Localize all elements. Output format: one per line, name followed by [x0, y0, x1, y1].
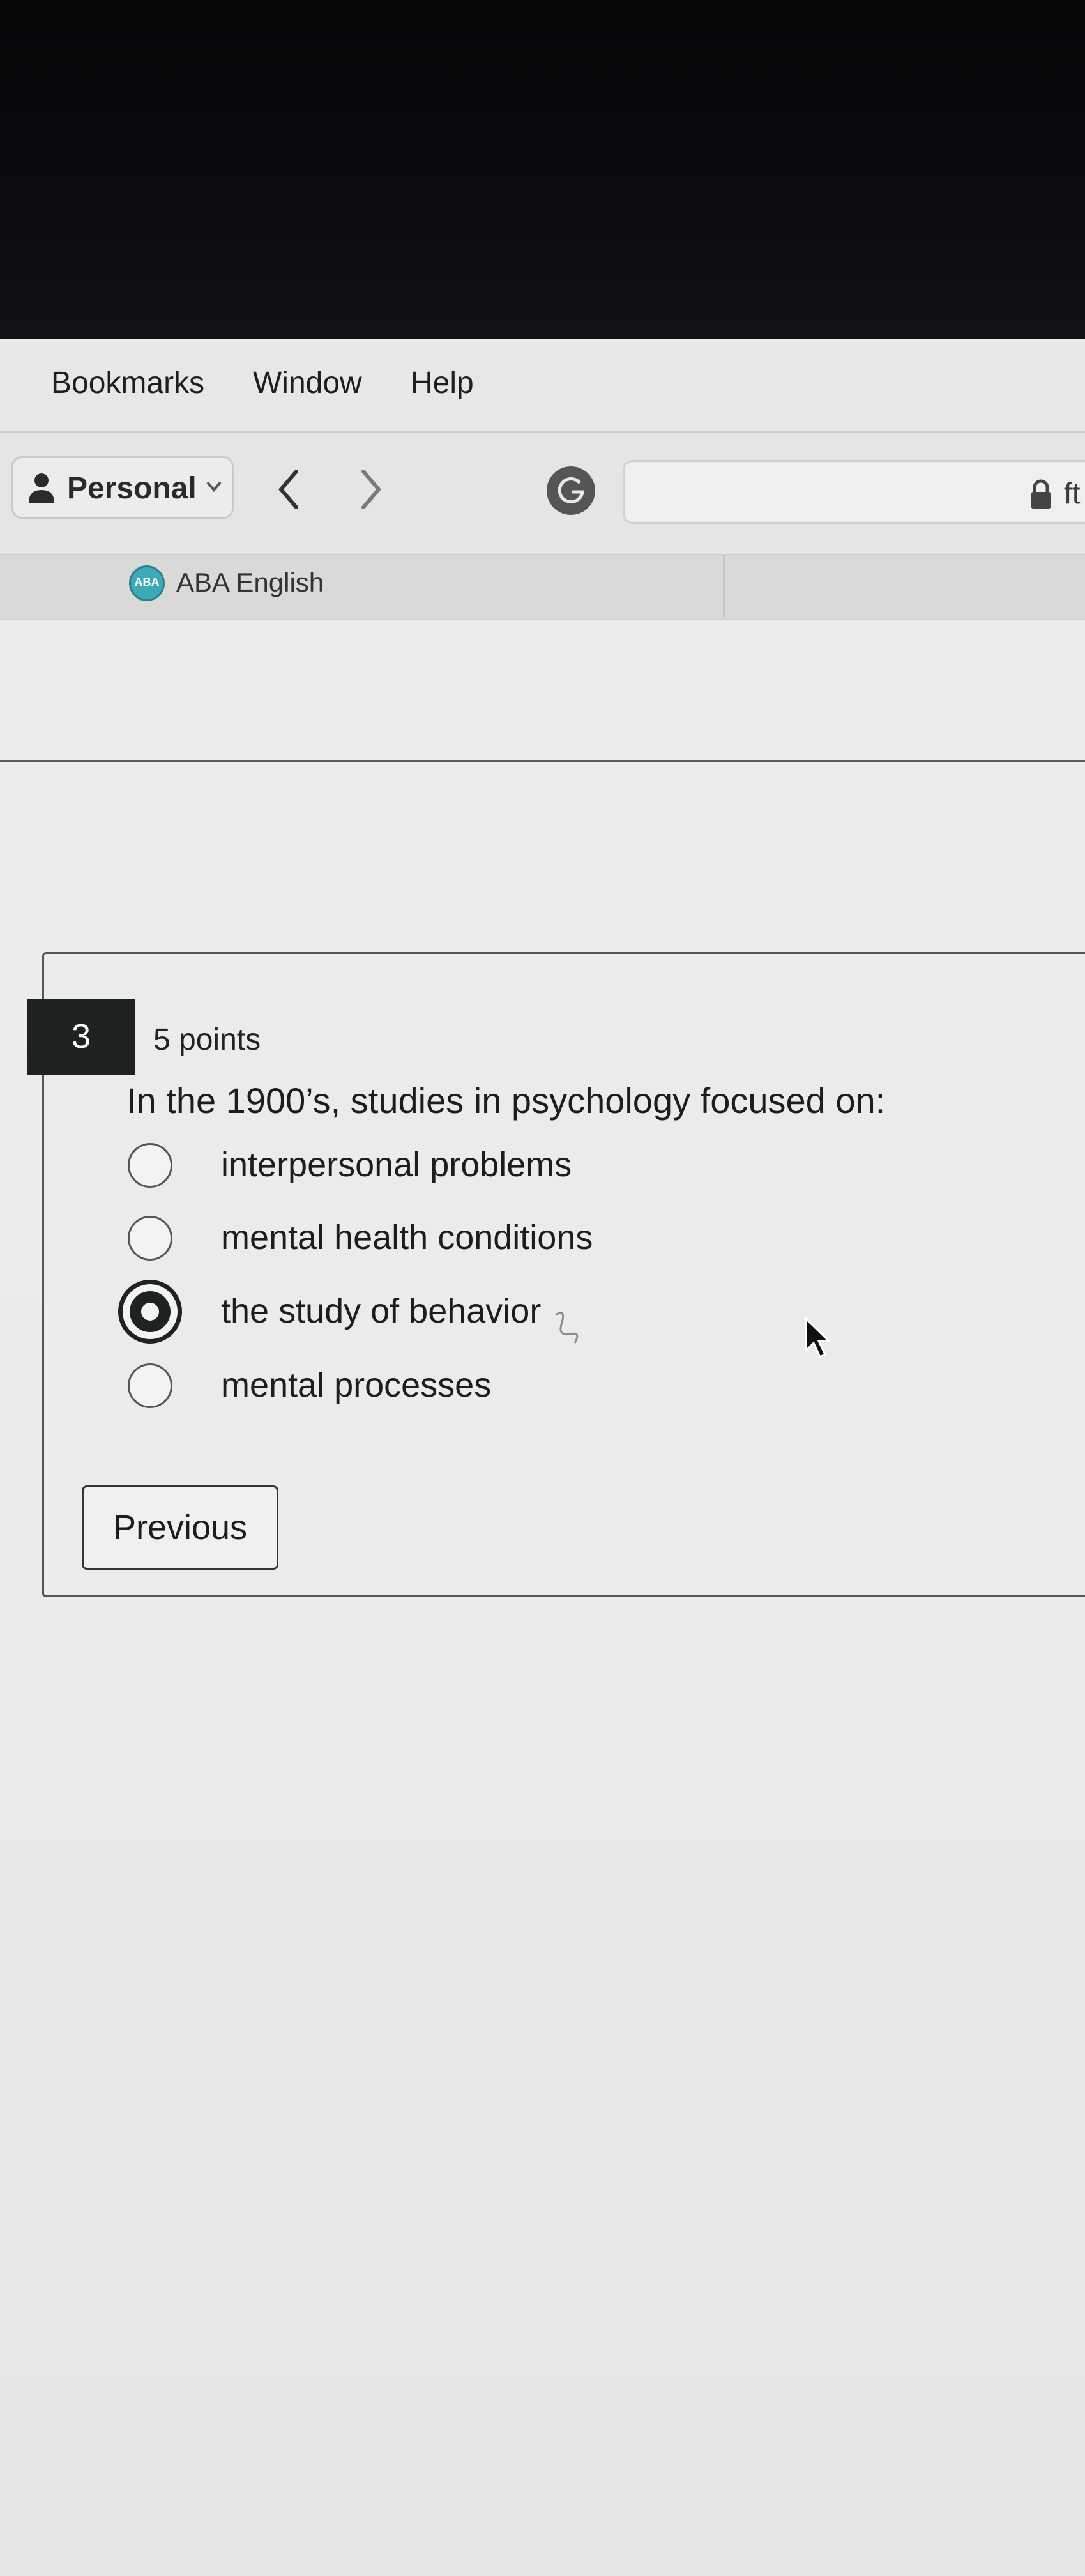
page-divider [0, 760, 1085, 762]
radio-button[interactable] [128, 1216, 172, 1261]
question-points: 5 points [153, 1023, 261, 1057]
question-text: In the 1900’s, studies in psychology foc… [126, 1080, 886, 1121]
answer-label[interactable]: interpersonal problems [221, 1145, 572, 1184]
previous-button[interactable]: Previous [82, 1485, 278, 1570]
lock-icon [1031, 479, 1051, 509]
screen-bezel [0, 0, 1085, 342]
menu-help[interactable]: Help [411, 365, 474, 401]
address-bar[interactable] [623, 460, 1085, 524]
person-icon [29, 473, 54, 503]
back-button[interactable] [267, 464, 312, 515]
answer-label[interactable]: the study of behavior [221, 1291, 541, 1331]
radio-button[interactable] [128, 1143, 172, 1188]
answer-option[interactable]: mental processes [128, 1360, 894, 1411]
url-text: ft [1064, 477, 1081, 510]
radio-button-checked[interactable] [118, 1280, 182, 1344]
answer-label[interactable]: mental health conditions [221, 1218, 593, 1257]
grammarly-icon[interactable] [547, 466, 595, 515]
text-cursor-icon [555, 1312, 579, 1344]
answer-option-selected[interactable]: the study of behavior [118, 1280, 894, 1344]
answer-option[interactable]: interpersonal problems [128, 1140, 894, 1191]
aba-english-icon: ABA [129, 565, 165, 601]
question-number: 3 [71, 1017, 91, 1055]
forward-button[interactable] [348, 464, 393, 515]
bookmark-aba-english[interactable]: ABA English [176, 567, 324, 598]
profile-button[interactable]: Personal [11, 456, 234, 519]
menu-window[interactable]: Window [253, 365, 362, 401]
answer-option[interactable]: mental health conditions [128, 1213, 894, 1264]
radio-button[interactable] [128, 1363, 172, 1408]
menu-bookmarks[interactable]: Bookmarks [51, 365, 204, 401]
aba-icon-text: ABA [134, 576, 160, 588]
profile-label: Personal [67, 471, 197, 505]
mouse-pointer-icon [805, 1317, 831, 1359]
bookmarks-divider [723, 555, 725, 617]
question-number-badge: 3 [27, 999, 135, 1075]
chevron-down-icon [206, 481, 222, 493]
answer-label[interactable]: mental processes [221, 1365, 491, 1405]
